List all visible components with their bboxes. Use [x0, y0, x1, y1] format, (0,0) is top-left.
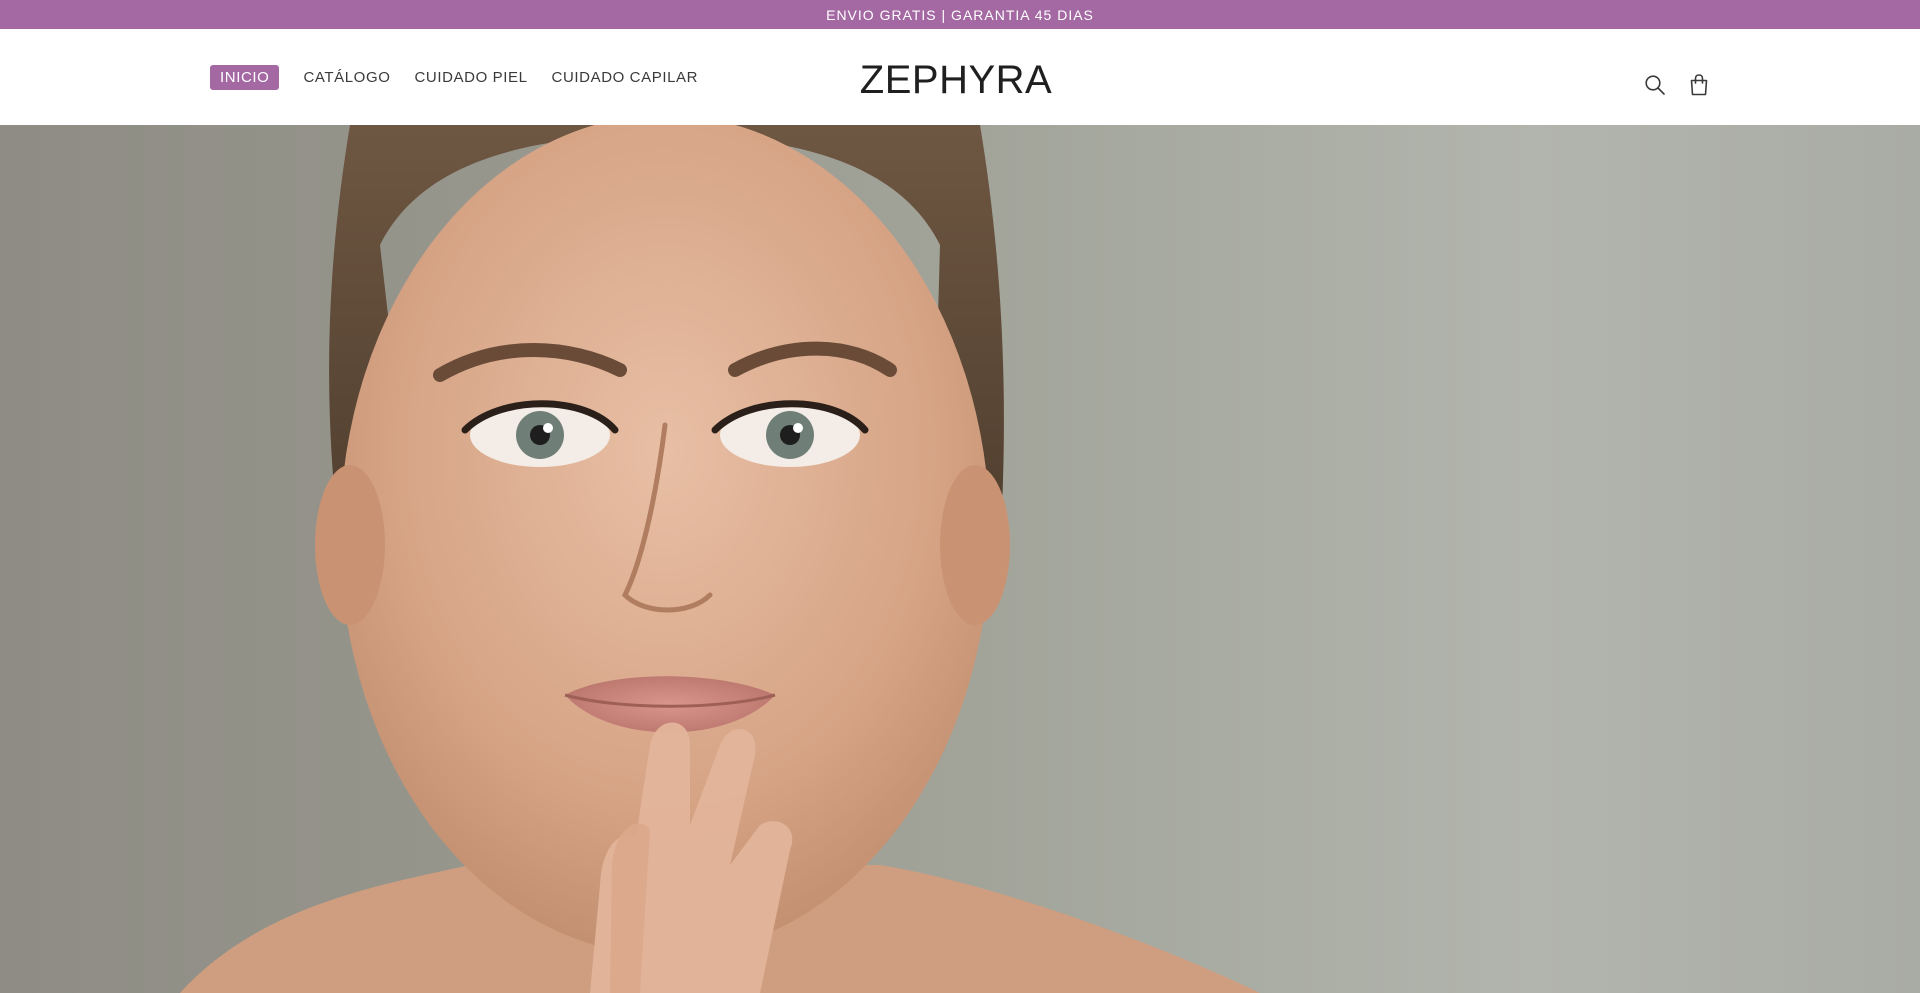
announcement-text: ENVIO GRATIS | GARANTIA 45 DIAS: [826, 6, 1094, 23]
site-header: INICIO CATÁLOGO CUIDADO PIEL CUIDADO CAP…: [0, 29, 1920, 125]
hero-banner: [0, 125, 1920, 993]
nav-item-catalogo[interactable]: CATÁLOGO: [303, 69, 390, 86]
nav-item-inicio[interactable]: INICIO: [210, 65, 280, 90]
announcement-bar: ENVIO GRATIS | GARANTIA 45 DIAS: [0, 0, 1920, 29]
nav-item-cuidado-piel[interactable]: CUIDADO PIEL: [414, 69, 527, 86]
hero-portrait-image: [180, 125, 1260, 993]
site-logo[interactable]: ZEPHYRA: [854, 57, 1058, 103]
bag-icon: [1690, 74, 1708, 96]
main-nav: INICIO CATÁLOGO CUIDADO PIEL CUIDADO CAP…: [210, 65, 698, 90]
logo-text: ZEPHYRA: [859, 57, 1053, 102]
cart-button[interactable]: [1681, 67, 1717, 103]
search-button[interactable]: [1637, 67, 1673, 103]
nav-item-cuidado-capilar[interactable]: CUIDADO CAPILAR: [552, 69, 699, 86]
search-icon: [1645, 75, 1665, 95]
